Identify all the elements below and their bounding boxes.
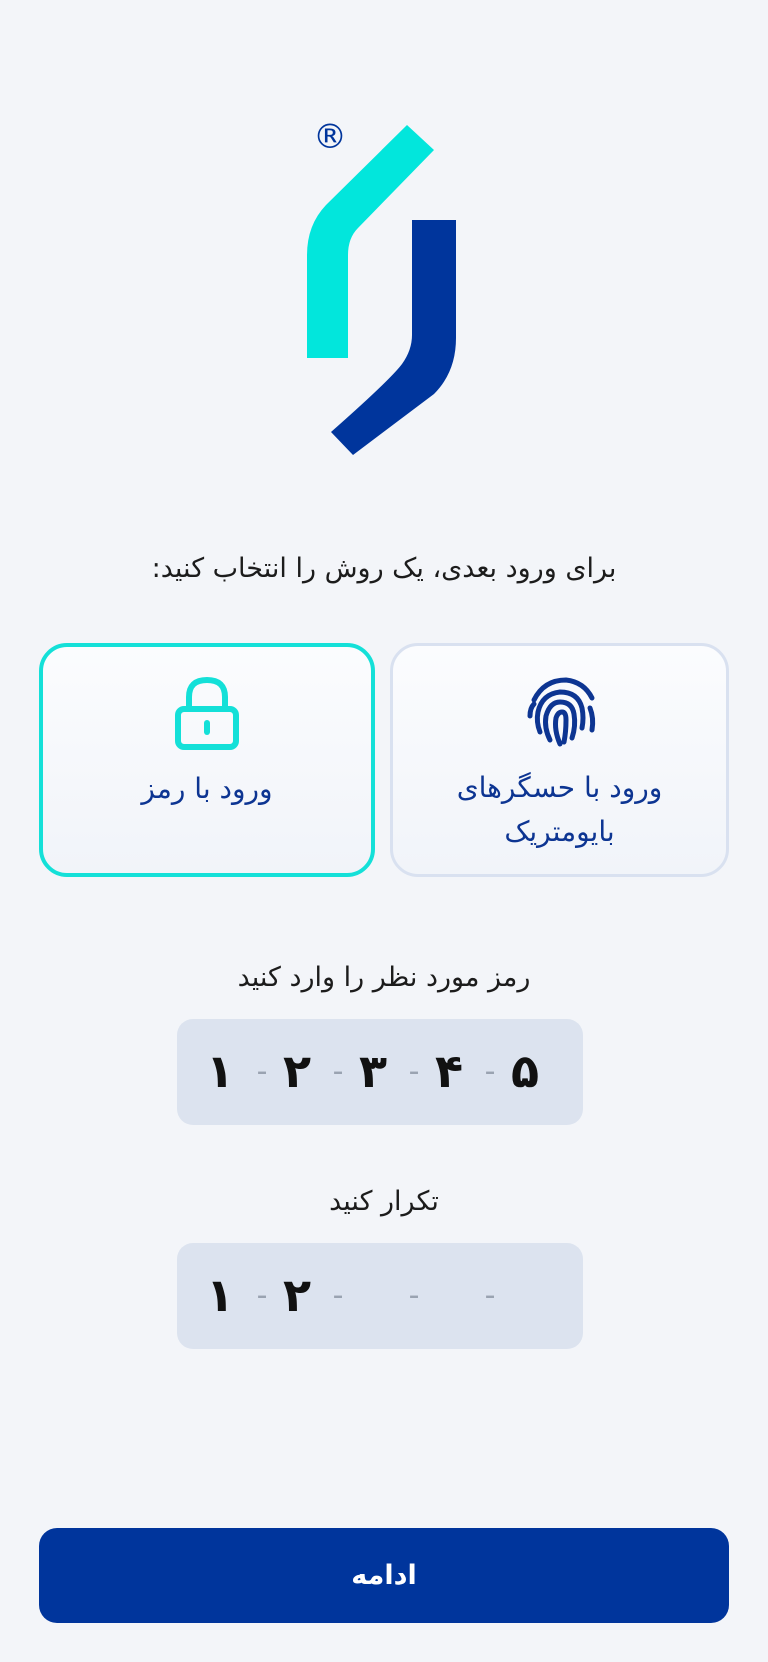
pin-separator: - (484, 1054, 496, 1089)
confirm-separator: - (256, 1278, 268, 1313)
confirm-pin-input[interactable]: ۱ - ۲ - - - (177, 1243, 583, 1349)
pin-separator: - (256, 1054, 268, 1089)
fingerprint-icon (520, 672, 600, 756)
pin-separator: - (408, 1054, 420, 1089)
continue-button[interactable]: ادامه (39, 1528, 729, 1623)
confirm-separator: - (484, 1278, 496, 1313)
pin-input[interactable]: ۱ - ۲ - ۳ - ۴ - ۵ (177, 1019, 583, 1125)
logo-mark-icon: ® (307, 117, 456, 455)
confirm-digit-2: ۲ (282, 1268, 312, 1322)
password-option-label: ورود با رمز (141, 772, 273, 805)
pin-digit-1: ۱ (205, 1044, 235, 1098)
biometric-option-label-line1: ورود با حسگرهای (456, 771, 663, 804)
confirm-separator: - (408, 1278, 420, 1313)
pin-digit-5: ۵ (510, 1044, 540, 1098)
pin-label: رمز مورد نظر را وارد کنید (237, 962, 531, 993)
biometric-option-label-line2: بایومتریک (504, 815, 615, 848)
registered-mark: ® (313, 117, 347, 157)
pin-digit-3: ۳ (358, 1044, 388, 1098)
pin-digit-2: ۲ (282, 1044, 312, 1098)
lock-icon (173, 675, 241, 755)
pin-digit-4: ۴ (434, 1044, 464, 1098)
confirm-digit-1: ۱ (205, 1268, 235, 1322)
method-prompt: برای ورود بعدی، یک روش را انتخاب کنید: (151, 553, 617, 584)
biometric-login-option[interactable]: ورود با حسگرهای بایومتریک (390, 643, 729, 877)
confirm-pin-label: تکرار کنید (329, 1186, 439, 1217)
confirm-separator: - (332, 1278, 344, 1313)
password-login-option[interactable]: ورود با رمز (39, 643, 375, 877)
pin-separator: - (332, 1054, 344, 1089)
app-logo: ® (280, 110, 480, 470)
